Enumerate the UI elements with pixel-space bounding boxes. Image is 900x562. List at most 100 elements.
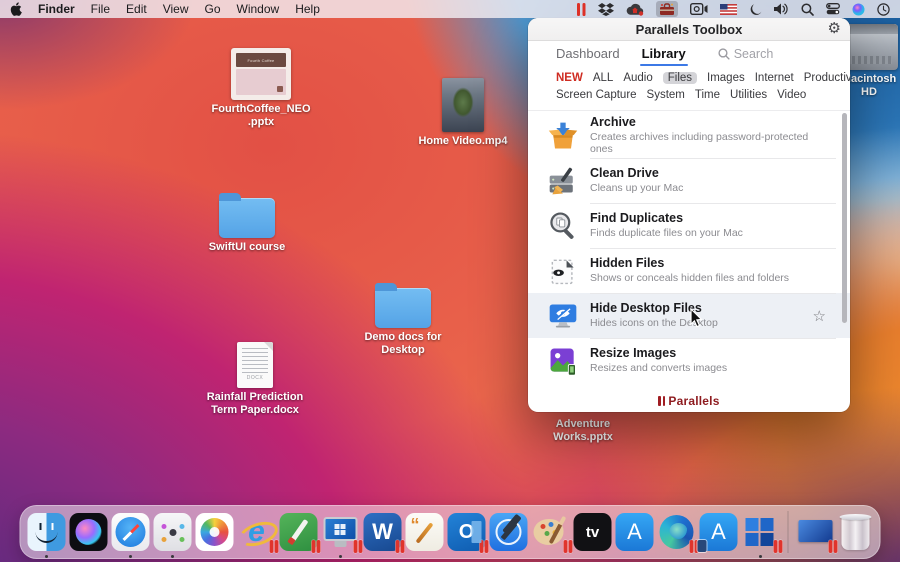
tool-description: Shows or conceals hidden files and folde…: [590, 272, 815, 285]
tool-row-hidden-files[interactable]: Hidden Files Shows or conceals hidden fi…: [528, 248, 850, 293]
tool-row-resize-images[interactable]: Resize Images Resizes and converts image…: [528, 338, 850, 383]
spotlight-icon[interactable]: [801, 1, 814, 17]
category-new[interactable]: NEW: [556, 72, 583, 84]
menu-file[interactable]: File: [91, 2, 110, 16]
cloud-sync-icon[interactable]: [626, 1, 644, 17]
tool-title: Archive: [590, 115, 826, 131]
parallels-toolbox-window: Parallels Toolbox ⚙ Dashboard Library NE…: [528, 18, 850, 412]
menu-app-name[interactable]: Finder: [38, 2, 75, 16]
apple-menu-icon[interactable]: [10, 1, 22, 17]
dock-finder[interactable]: [28, 513, 66, 551]
toolbox-icon[interactable]: [656, 1, 678, 17]
parallels-badge: [563, 540, 573, 553]
search-field[interactable]: [718, 47, 850, 61]
dock-app-store-badged[interactable]: A: [700, 513, 738, 551]
control-center-icon[interactable]: [826, 1, 840, 17]
menu-view[interactable]: View: [163, 2, 189, 16]
parallels-badge: [828, 540, 838, 553]
tool-row-hide-desktop-files[interactable]: Hide Desktop Files Hides icons on the De…: [528, 293, 850, 338]
category-time[interactable]: Time: [695, 89, 720, 101]
tab-dashboard[interactable]: Dashboard: [556, 46, 620, 61]
dock-siri[interactable]: [70, 513, 108, 551]
tool-description: Finds duplicate files on your Mac: [590, 227, 815, 240]
search-input[interactable]: [734, 47, 850, 61]
dock-safari[interactable]: [112, 513, 150, 551]
dock-paint-palette[interactable]: [532, 513, 570, 551]
video-thumbnail: [442, 78, 484, 132]
gear-icon[interactable]: ⚙: [828, 19, 841, 37]
tab-library[interactable]: Library: [642, 46, 686, 61]
menu-edit[interactable]: Edit: [126, 2, 147, 16]
category-images[interactable]: Images: [707, 72, 745, 84]
docx-type-label: DOCX: [242, 375, 268, 381]
screen-record-icon[interactable]: [690, 1, 708, 17]
menu-go[interactable]: Go: [205, 2, 221, 16]
folder-label: SwiftUI course: [209, 241, 285, 253]
desktop-icon-demodocs-folder[interactable]: Demo docs forDesktop: [358, 282, 448, 356]
siri-icon[interactable]: [852, 1, 865, 17]
category-audio[interactable]: Audio: [623, 72, 652, 84]
desktop-icon-swiftui-folder[interactable]: SwiftUI course: [202, 192, 292, 254]
scrollbar[interactable]: [842, 113, 847, 323]
mouse-cursor: [690, 308, 704, 333]
category-filter: NEW ALL Audio Files Images Internet Prod…: [528, 66, 850, 110]
folder-icon: [219, 198, 275, 238]
dock-windows[interactable]: [742, 513, 780, 551]
parallels-badge: [353, 540, 363, 553]
tool-row-archive[interactable]: Archive Creates archives including passw…: [528, 113, 850, 158]
tool-list: Archive Creates archives including passw…: [528, 110, 850, 390]
volume-icon[interactable]: [774, 1, 789, 17]
dock-divider: [788, 511, 789, 553]
dock-green-pen-app[interactable]: [280, 513, 318, 551]
category-all[interactable]: ALL: [593, 72, 613, 84]
desktop-icon-homevideo[interactable]: Home Video.mp4: [418, 78, 508, 148]
tool-row-clean-drive[interactable]: Clean Drive Cleans up your Mac: [528, 158, 850, 203]
menu-bar: Finder File Edit View Go Window Help: [0, 0, 900, 18]
hidden-files-icon: [546, 254, 580, 288]
do-not-disturb-icon[interactable]: [749, 1, 762, 17]
category-internet[interactable]: Internet: [755, 72, 794, 84]
find-duplicates-icon: [546, 209, 580, 243]
parallels-badge: [269, 540, 279, 553]
menu-window[interactable]: Window: [237, 2, 280, 16]
dock-outlook[interactable]: O: [448, 513, 486, 551]
archive-icon: [546, 119, 580, 153]
dock-edge[interactable]: [658, 513, 696, 551]
dock-app-store[interactable]: A: [616, 513, 654, 551]
pptx-thumbnail: Fourth Coffee: [231, 48, 291, 100]
dropbox-icon[interactable]: [598, 1, 614, 17]
folder-label: Demo docs for: [364, 331, 441, 343]
dock-windows-app-window[interactable]: [797, 513, 835, 551]
dock-apple-tv[interactable]: tv: [574, 513, 612, 551]
category-files-selected[interactable]: Files: [663, 72, 697, 84]
menu-help[interactable]: Help: [295, 2, 320, 16]
category-productivity[interactable]: Productivity: [804, 72, 850, 84]
dock-trash[interactable]: [839, 513, 873, 551]
parallels-menu-icon[interactable]: [577, 1, 586, 17]
clock-icon[interactable]: [877, 1, 890, 17]
tool-description: Cleans up your Mac: [590, 182, 815, 195]
dock-pen-notes[interactable]: “: [406, 513, 444, 551]
desktop-icon-fourthcoffee[interactable]: Fourth Coffee FourthCoffee_NEO.pptx: [218, 48, 304, 128]
tab-bar: Dashboard Library: [528, 41, 850, 66]
desktop-icon-rainfall-doc[interactable]: DOCX Rainfall PredictionTerm Paper.docx: [205, 342, 305, 416]
tool-row-find-duplicates[interactable]: Find Duplicates Finds duplicate files on…: [528, 203, 850, 248]
folder-icon: [375, 288, 431, 328]
window-titlebar[interactable]: Parallels Toolbox ⚙: [528, 18, 850, 41]
desktop: Finder File Edit View Go Window Help: [0, 0, 900, 562]
category-system[interactable]: System: [647, 89, 685, 101]
dock-xcode[interactable]: [490, 513, 528, 551]
us-flag-icon[interactable]: [720, 1, 737, 17]
category-screen-capture[interactable]: Screen Capture: [556, 89, 637, 101]
parallels-logo-text: Parallels: [668, 394, 719, 408]
dock-windows-pc[interactable]: [322, 513, 360, 551]
desktop-icon-adventure[interactable]: AdventureWorks.pptx: [545, 418, 621, 443]
dock-photos[interactable]: [196, 513, 234, 551]
favorite-star-icon[interactable]: ☆: [813, 307, 826, 325]
dock-word[interactable]: W: [364, 513, 402, 551]
dock-internet-explorer[interactable]: e: [238, 513, 276, 551]
category-utilities[interactable]: Utilities: [730, 89, 767, 101]
tool-description: Creates archives including password-prot…: [590, 131, 815, 156]
category-video[interactable]: Video: [777, 89, 806, 101]
dock-photo-booth[interactable]: [154, 513, 192, 551]
